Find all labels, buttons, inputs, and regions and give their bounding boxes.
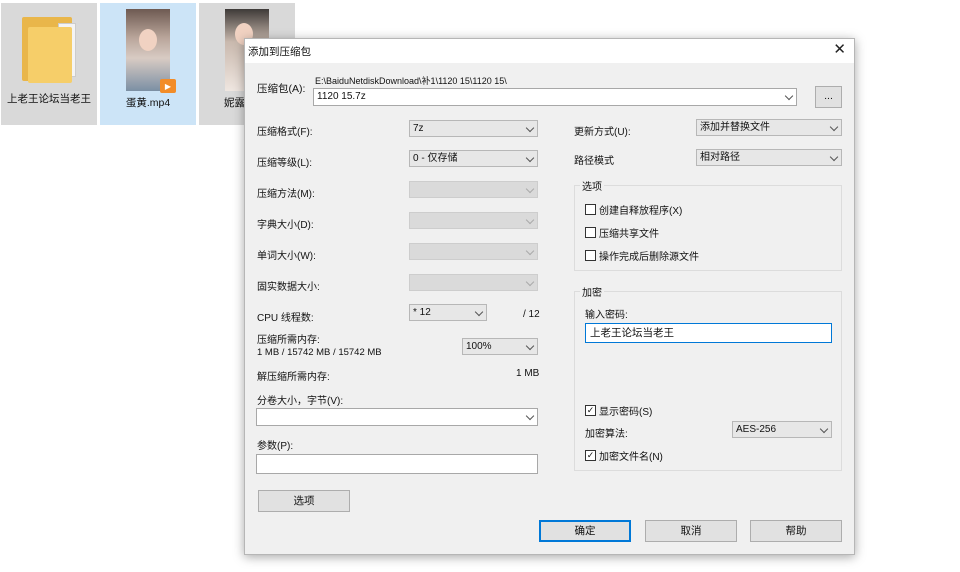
password-label: 输入密码:	[585, 310, 628, 321]
options-group-title: 选项	[580, 178, 604, 193]
encryption-group-title: 加密	[580, 284, 604, 299]
update-mode-label: 更新方式(U):	[574, 127, 631, 138]
format-value: 7z	[413, 123, 424, 134]
cpu-threads-label: CPU 线程数:	[257, 313, 314, 324]
encryption-method-value: AES-256	[736, 424, 777, 435]
encryption-method-combo[interactable]: AES-256	[732, 421, 832, 438]
folder-icon	[18, 13, 80, 87]
archive-name-combo[interactable]: 1120 15.7z	[313, 88, 797, 106]
encryption-method-label: 加密算法:	[585, 429, 628, 440]
delete-after-label: 操作完成后删除源文件	[599, 252, 699, 263]
archive-name-value: 1120 15.7z	[317, 91, 366, 102]
checkmark-icon: ✓	[585, 405, 596, 416]
format-combo[interactable]: 7z	[409, 120, 538, 137]
chevron-down-icon	[474, 307, 484, 317]
chevron-down-icon	[829, 152, 839, 162]
mem-compress-label: 压缩所需内存:	[257, 335, 320, 346]
file-item-folder[interactable]: 上老王论坛当老王	[1, 3, 97, 125]
mem-decompress-value: 1 MB	[516, 368, 540, 379]
browse-button[interactable]: ...	[815, 86, 842, 108]
archive-path: E:\BaiduNetdiskDownload\补1\1120 15\1120 …	[315, 76, 507, 86]
mem-percent-combo[interactable]: 100%	[462, 338, 538, 355]
chevron-down-icon	[525, 184, 535, 194]
encrypt-names-label: 加密文件名(N)	[599, 452, 663, 463]
path-mode-value: 相对路径	[700, 152, 740, 163]
cancel-button[interactable]: 取消	[645, 520, 737, 542]
level-label: 压缩等级(L):	[257, 158, 312, 169]
video-thumbnail: ▶	[126, 9, 176, 93]
format-label: 压缩格式(F):	[257, 127, 313, 138]
play-icon: ▶	[160, 79, 176, 93]
show-password-checkbox[interactable]: ✓ 显示密码(S)	[585, 403, 652, 418]
chevron-down-icon	[784, 91, 794, 101]
update-mode-combo[interactable]: 添加并替换文件	[696, 119, 842, 136]
cpu-threads-combo[interactable]: * 12	[409, 304, 487, 321]
level-value: 0 - 仅存储	[413, 153, 458, 164]
ok-button[interactable]: 确定	[539, 520, 631, 542]
checkbox-icon	[585, 250, 596, 261]
shared-files-checkbox[interactable]: 压缩共享文件	[585, 225, 659, 240]
word-size-label: 单词大小(W):	[257, 251, 316, 262]
encryption-groupbox: 加密 输入密码: 上老王论坛当老王 ✓ 显示密码(S) 加密算法: AES-25…	[574, 284, 842, 471]
chevron-down-icon	[525, 411, 535, 421]
chevron-down-icon	[525, 246, 535, 256]
volume-label: 分卷大小，字节(V):	[257, 396, 344, 407]
volume-combo[interactable]	[256, 408, 538, 426]
chevron-down-icon	[525, 341, 535, 351]
encrypt-names-checkbox[interactable]: ✓ 加密文件名(N)	[585, 448, 663, 463]
chevron-down-icon	[819, 424, 829, 434]
delete-after-checkbox[interactable]: 操作完成后删除源文件	[585, 248, 699, 263]
sfx-checkbox[interactable]: 创建自释放程序(X)	[585, 202, 682, 217]
word-size-combo	[409, 243, 538, 260]
close-icon[interactable]: ✕	[833, 41, 846, 59]
update-mode-value: 添加并替换文件	[700, 122, 770, 133]
method-combo	[409, 181, 538, 198]
password-input[interactable]: 上老王论坛当老王	[585, 323, 832, 343]
cpu-threads-max: / 12	[523, 309, 540, 320]
mem-percent-value: 100%	[466, 341, 492, 352]
cpu-threads-value: * 12	[413, 307, 431, 318]
options-button[interactable]: 选项	[258, 490, 350, 512]
chevron-down-icon	[525, 153, 535, 163]
chevron-down-icon	[525, 215, 535, 225]
dict-size-combo	[409, 212, 538, 229]
add-to-archive-dialog: 添加到压缩包 ✕ 压缩包(A): E:\BaiduNetdiskDownload…	[244, 38, 855, 555]
dialog-titlebar: 添加到压缩包 ✕	[245, 39, 854, 63]
checkbox-icon	[585, 204, 596, 215]
shared-files-label: 压缩共享文件	[599, 229, 659, 240]
level-combo[interactable]: 0 - 仅存储	[409, 150, 538, 167]
solid-size-label: 固实数据大小:	[257, 282, 320, 293]
file-label: 上老王论坛当老王	[7, 93, 91, 105]
mem-compress-detail: 1 MB / 15742 MB / 15742 MB	[257, 347, 382, 358]
path-mode-combo[interactable]: 相对路径	[696, 149, 842, 166]
checkmark-icon: ✓	[585, 450, 596, 461]
solid-size-combo	[409, 274, 538, 291]
params-input[interactable]	[256, 454, 538, 474]
chevron-down-icon	[829, 122, 839, 132]
dialog-title: 添加到压缩包	[248, 46, 311, 58]
show-password-label: 显示密码(S)	[599, 407, 653, 418]
sfx-label: 创建自释放程序(X)	[599, 206, 683, 217]
checkbox-icon	[585, 227, 596, 238]
file-label: 蛋黄.mp4	[125, 97, 171, 109]
file-item-video[interactable]: ▶ 蛋黄.mp4	[100, 3, 196, 125]
path-mode-label: 路径模式	[574, 156, 614, 167]
chevron-down-icon	[525, 123, 535, 133]
mem-decompress-label: 解压缩所需内存:	[257, 372, 330, 383]
options-groupbox: 选项 创建自释放程序(X) 压缩共享文件 操作完成后删除源文件	[574, 178, 842, 271]
method-label: 压缩方法(M):	[257, 189, 315, 200]
params-label: 参数(P):	[257, 441, 294, 452]
chevron-down-icon	[525, 277, 535, 287]
dict-size-label: 字典大小(D):	[257, 220, 314, 231]
help-button[interactable]: 帮助	[750, 520, 842, 542]
archive-label: 压缩包(A):	[257, 83, 306, 95]
